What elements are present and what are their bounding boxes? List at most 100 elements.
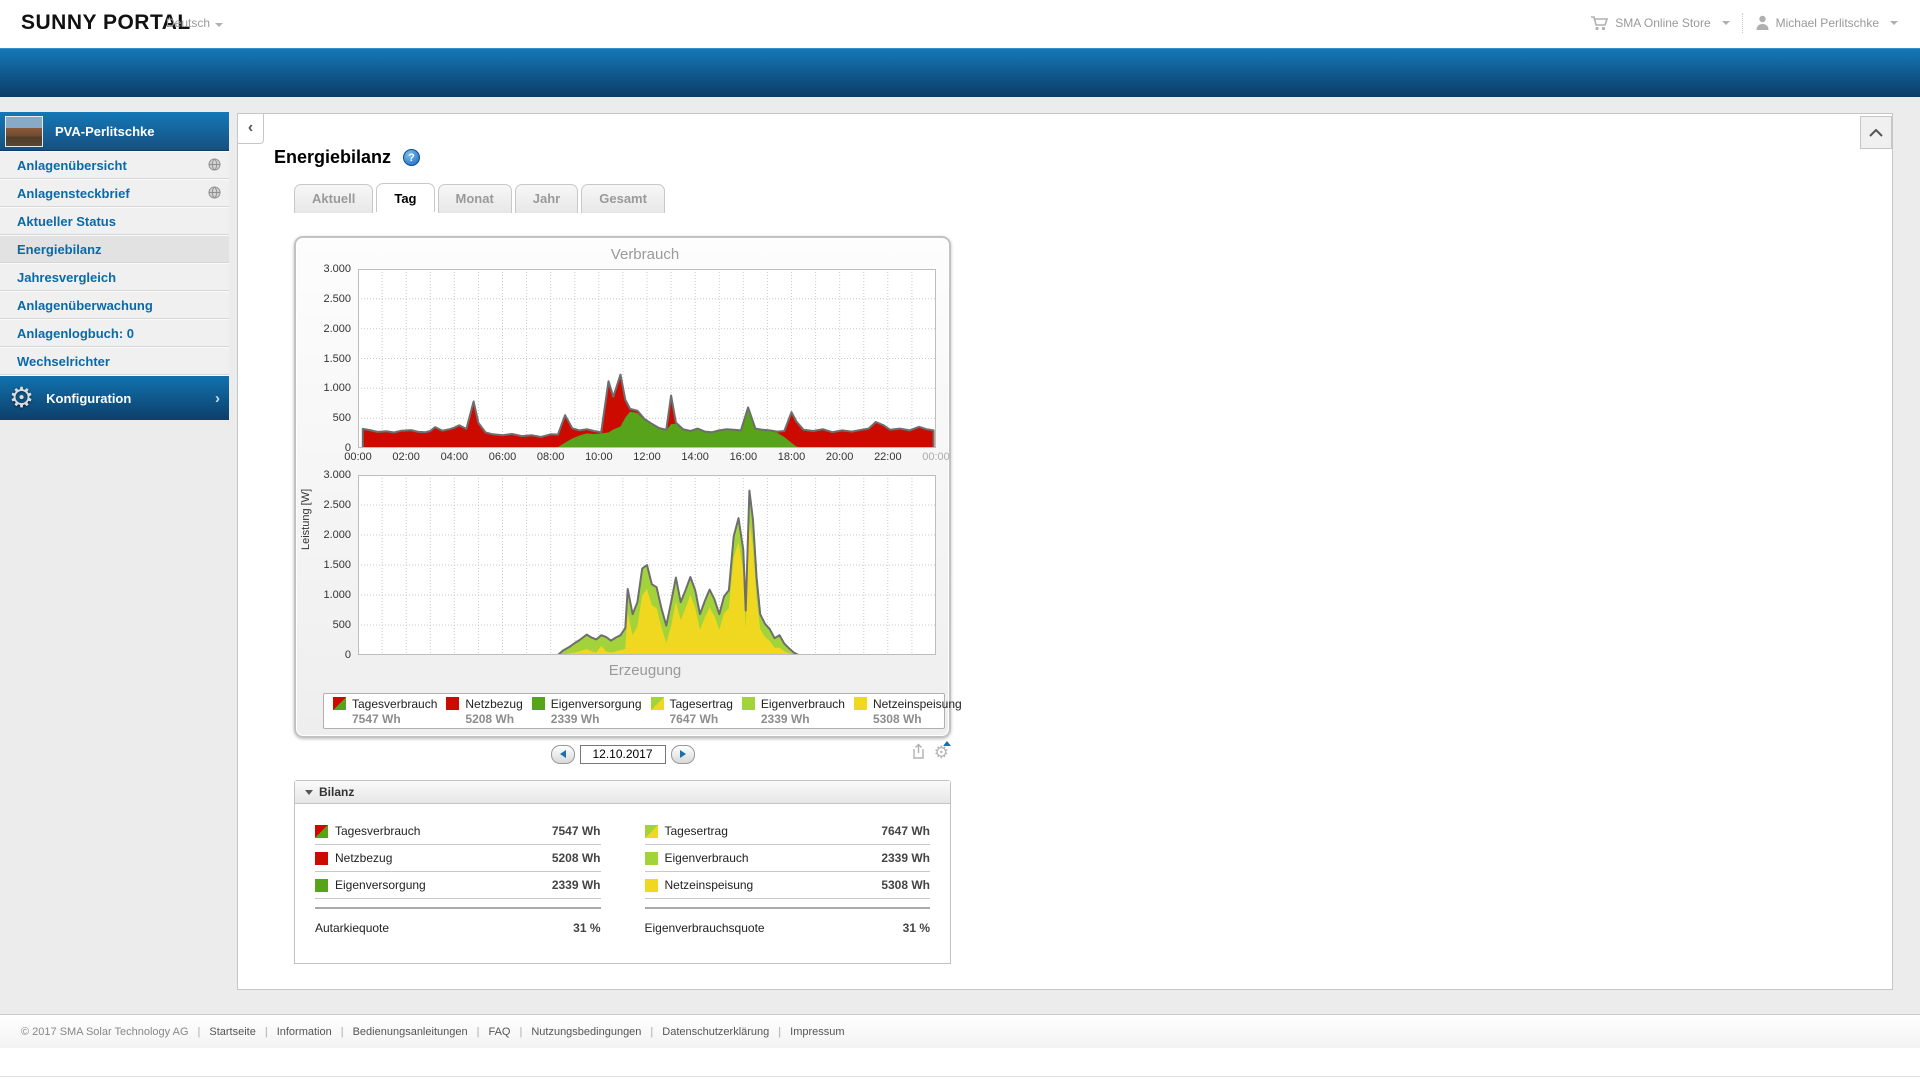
sidebar-item[interactable]: Anlagensteckbrief [0, 179, 229, 207]
tab-gesamt[interactable]: Gesamt [581, 184, 665, 213]
bilanz-label: Netzeinspeisung [664, 878, 754, 892]
x-axis-tick: 04:00 [440, 451, 469, 463]
page-title: Energiebilanz [274, 147, 392, 167]
legend-label: Netzeinspeisung [872, 696, 962, 711]
legend-label: Tagesertrag [669, 696, 733, 711]
sidebar-item[interactable]: Anlagenüberwachung [0, 291, 229, 319]
y-axis-tick: 2.000 [323, 529, 351, 541]
language-label: Deutsch [166, 16, 211, 30]
sidebar-item[interactable]: Anlagenübersicht [0, 151, 229, 179]
bilanz-value: 2339 Wh [881, 851, 930, 865]
legend-value: 2339 Wh [550, 711, 600, 726]
sidebar-item-label: Konfiguration [46, 390, 132, 406]
x-axis-tick: 16:00 [729, 451, 758, 463]
export-button[interactable] [910, 743, 926, 764]
previous-day-button[interactable] [550, 744, 575, 764]
help-icon[interactable]: ? [403, 149, 421, 166]
legend-swatch [650, 697, 664, 710]
tab-aktuell[interactable]: Aktuell [294, 184, 374, 213]
sidebar-item-label: Aktueller Status [17, 213, 116, 229]
bilanz-row: Eigenversorgung 2339 Wh [315, 872, 601, 899]
tab-monat[interactable]: Monat [437, 184, 512, 213]
bilanz-swatch [644, 851, 658, 865]
y-axis-tick: 3.000 [323, 263, 351, 275]
bilanz-value: 7647 Wh [881, 824, 930, 838]
legend-value: 7647 Wh [669, 711, 719, 726]
cart-icon [1591, 15, 1609, 30]
legend-label: Netzbezug [465, 696, 523, 711]
next-day-button[interactable] [670, 744, 695, 764]
footer-link[interactable]: Impressum [790, 1026, 844, 1038]
tab-tag[interactable]: Tag [376, 183, 435, 212]
plant-thumbnail [5, 115, 43, 147]
legend-value: 5208 Wh [465, 711, 515, 726]
export-icon [913, 743, 924, 759]
summary-label: Autarkiequote [315, 921, 390, 935]
sidebar-item[interactable]: Wechselrichter [0, 347, 229, 375]
user-name: Michael Perlitschke [1775, 16, 1879, 30]
y-axis-tick: 1.000 [323, 382, 351, 395]
chart-title-verbrauch: Verbrauch [610, 246, 680, 263]
language-selector[interactable]: Deutsch [166, 16, 224, 30]
autarkiequote-row: Autarkiequote 31 % [315, 907, 601, 943]
sidebar-item-konfiguration[interactable]: ⚙ Konfiguration › [0, 375, 229, 420]
chart-settings-button[interactable]: ⚙ [934, 741, 951, 763]
footer-link[interactable]: FAQ [488, 1026, 510, 1038]
bilanz-value: 5308 Wh [881, 878, 930, 892]
date-input[interactable] [579, 744, 666, 764]
arrow-left-icon [559, 750, 566, 758]
sidebar-item[interactable]: Anlagenlogbuch: 0 [0, 319, 229, 347]
bilanz-row: Tagesertrag 7647 Wh [644, 818, 930, 845]
footer-separator: | [778, 1025, 782, 1038]
y-axis-tick: 0 [344, 649, 351, 661]
sidebar-item-label: Wechselrichter [17, 353, 110, 369]
sidebar-item[interactable]: Jahresvergleich [0, 263, 229, 291]
sidebar: PVA-Perlitschke Anlagenübersicht Anlagens… [0, 112, 229, 420]
y-axis-tick: 3.000 [323, 469, 351, 481]
sidebar-item[interactable]: Aktueller Status [0, 207, 229, 235]
footer-link[interactable]: Datenschutzerklärung [662, 1026, 769, 1038]
sidebar-collapse-button[interactable]: ‹ [238, 114, 264, 144]
x-axis-tick: 18:00 [777, 451, 806, 463]
footer-link[interactable]: Startseite [209, 1026, 255, 1038]
bilanz-panel: Bilanz Tagesverbrauch 7547 Wh Netzbezug 520… [294, 780, 951, 964]
chevron-up-icon [1869, 128, 1883, 137]
legend-swatch [333, 697, 346, 710]
user-menu[interactable]: Michael Perlitschke [1755, 15, 1898, 31]
arrow-right-icon [679, 750, 686, 758]
x-axis-tick: 10:00 [585, 451, 613, 463]
chevron-down-icon [215, 23, 224, 27]
tab-jahr[interactable]: Jahr [514, 184, 579, 213]
y-axis-tick: 2.000 [323, 322, 351, 335]
sidebar-item-label: Energiebilanz [17, 241, 102, 257]
sidebar-item[interactable]: Energiebilanz [0, 235, 229, 263]
sidebar-item-label: Anlagenüberwachung [17, 297, 153, 313]
bilanz-label: Netzbezug [335, 851, 393, 865]
footer-separator: | [476, 1025, 480, 1038]
scroll-top-button[interactable] [1860, 116, 1892, 149]
y-axis-tick: 1.000 [323, 589, 351, 601]
x-axis-tick: 06:00 [488, 451, 517, 463]
y-axis-tick: 0 [344, 442, 351, 454]
footer-separator: | [519, 1025, 523, 1038]
bilanz-header[interactable]: Bilanz [295, 781, 950, 804]
plant-name: PVA-Perlitschke [55, 123, 155, 139]
footer-link[interactable]: Information [277, 1026, 332, 1038]
footer-separator: | [264, 1025, 268, 1038]
summary-value: 31 % [573, 921, 601, 935]
legend-value: 2339 Wh [760, 711, 810, 726]
bilanz-value: 5208 Wh [551, 851, 601, 865]
x-axis-tick: 02:00 [392, 451, 420, 463]
bilanz-label: Eigenversorgung [335, 878, 426, 892]
legend-label: Eigenverbrauch [760, 696, 845, 711]
top-header: SUNNY PORTAL Deutsch SMA Online Store Mi… [0, 0, 1920, 48]
triangle-up-icon [943, 741, 951, 746]
sma-online-store-menu[interactable]: SMA Online Store [1590, 15, 1730, 31]
period-tabs: Aktuell Tag Monat Jahr Gesamt [294, 183, 668, 213]
plant-header[interactable]: PVA-Perlitschke [0, 112, 229, 151]
sidebar-item-label: Anlagensteckbrief [17, 185, 130, 201]
y-axis-tick: 500 [332, 412, 351, 425]
footer-link[interactable]: Nutzungsbedingungen [531, 1026, 641, 1038]
chevron-right-icon: › [215, 389, 220, 407]
footer-link[interactable]: Bedienungsanleitungen [353, 1026, 468, 1038]
